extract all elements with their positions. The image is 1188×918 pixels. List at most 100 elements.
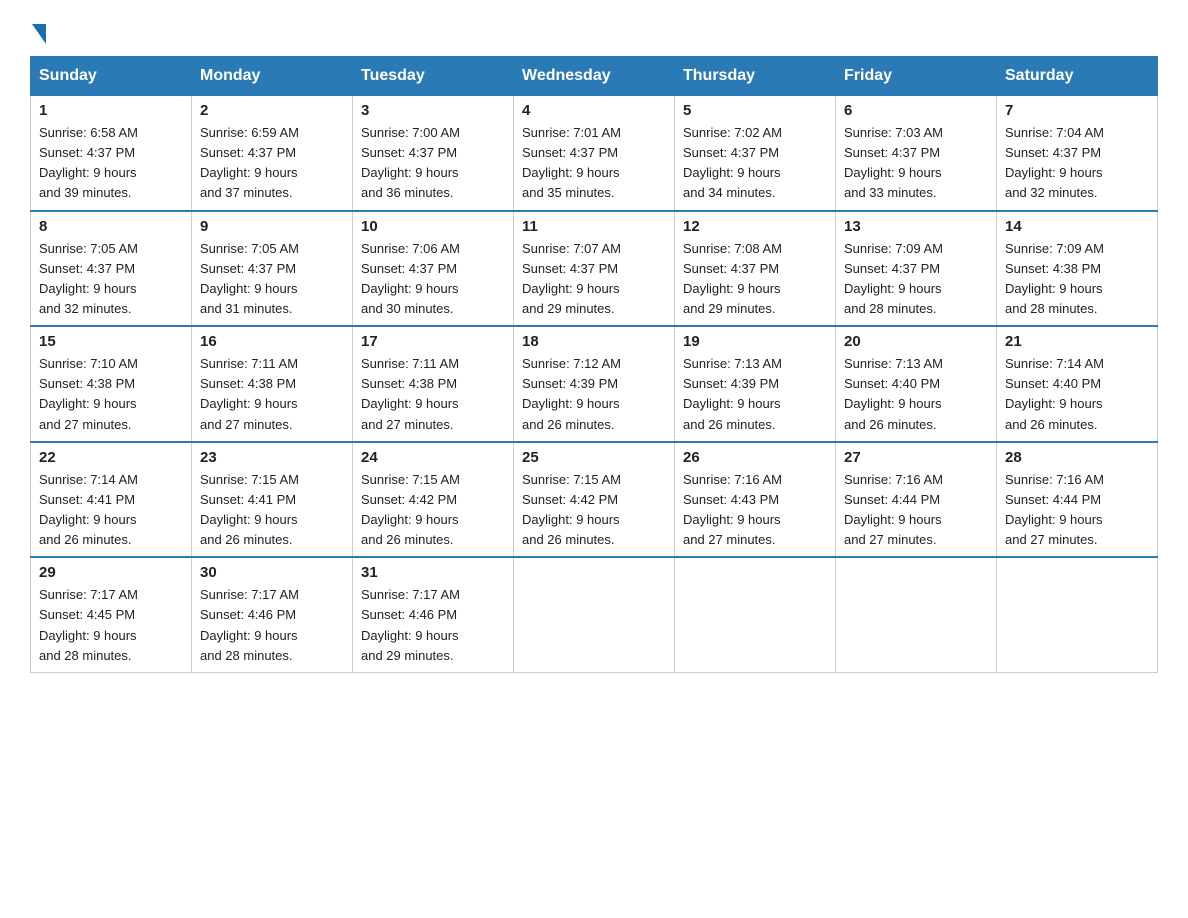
day-info: Sunrise: 7:10 AM Sunset: 4:38 PM Dayligh… [39,354,183,435]
day-number: 13 [844,218,988,235]
day-number: 23 [200,449,344,466]
day-cell: 12 Sunrise: 7:08 AM Sunset: 4:37 PM Dayl… [675,211,836,327]
day-cell: 22 Sunrise: 7:14 AM Sunset: 4:41 PM Dayl… [31,442,192,558]
day-info: Sunrise: 7:15 AM Sunset: 4:42 PM Dayligh… [361,470,505,551]
day-cell: 16 Sunrise: 7:11 AM Sunset: 4:38 PM Dayl… [192,326,353,442]
day-info: Sunrise: 7:17 AM Sunset: 4:45 PM Dayligh… [39,585,183,666]
day-number: 11 [522,218,666,235]
day-info: Sunrise: 7:05 AM Sunset: 4:37 PM Dayligh… [200,239,344,320]
day-info: Sunrise: 7:07 AM Sunset: 4:37 PM Dayligh… [522,239,666,320]
day-info: Sunrise: 7:03 AM Sunset: 4:37 PM Dayligh… [844,123,988,204]
day-number: 16 [200,333,344,350]
day-number: 21 [1005,333,1149,350]
header-thursday: Thursday [675,57,836,96]
calendar-table: SundayMondayTuesdayWednesdayThursdayFrid… [30,56,1158,673]
day-number: 2 [200,102,344,119]
day-number: 4 [522,102,666,119]
day-info: Sunrise: 7:09 AM Sunset: 4:38 PM Dayligh… [1005,239,1149,320]
week-row-2: 8 Sunrise: 7:05 AM Sunset: 4:37 PM Dayli… [31,211,1158,327]
day-number: 3 [361,102,505,119]
header-saturday: Saturday [997,57,1158,96]
day-cell: 3 Sunrise: 7:00 AM Sunset: 4:37 PM Dayli… [353,96,514,211]
day-number: 25 [522,449,666,466]
day-cell [836,557,997,672]
day-cell: 23 Sunrise: 7:15 AM Sunset: 4:41 PM Dayl… [192,442,353,558]
day-cell: 26 Sunrise: 7:16 AM Sunset: 4:43 PM Dayl… [675,442,836,558]
day-cell: 27 Sunrise: 7:16 AM Sunset: 4:44 PM Dayl… [836,442,997,558]
day-number: 22 [39,449,183,466]
day-number: 9 [200,218,344,235]
day-number: 17 [361,333,505,350]
day-cell: 20 Sunrise: 7:13 AM Sunset: 4:40 PM Dayl… [836,326,997,442]
day-cell: 24 Sunrise: 7:15 AM Sunset: 4:42 PM Dayl… [353,442,514,558]
day-cell: 30 Sunrise: 7:17 AM Sunset: 4:46 PM Dayl… [192,557,353,672]
day-number: 30 [200,564,344,581]
day-info: Sunrise: 7:17 AM Sunset: 4:46 PM Dayligh… [361,585,505,666]
day-number: 28 [1005,449,1149,466]
day-cell: 29 Sunrise: 7:17 AM Sunset: 4:45 PM Dayl… [31,557,192,672]
page-header [30,20,1158,40]
day-cell: 7 Sunrise: 7:04 AM Sunset: 4:37 PM Dayli… [997,96,1158,211]
day-number: 20 [844,333,988,350]
week-row-5: 29 Sunrise: 7:17 AM Sunset: 4:45 PM Dayl… [31,557,1158,672]
day-number: 18 [522,333,666,350]
day-info: Sunrise: 7:01 AM Sunset: 4:37 PM Dayligh… [522,123,666,204]
day-number: 12 [683,218,827,235]
day-cell: 10 Sunrise: 7:06 AM Sunset: 4:37 PM Dayl… [353,211,514,327]
day-info: Sunrise: 7:00 AM Sunset: 4:37 PM Dayligh… [361,123,505,204]
day-number: 27 [844,449,988,466]
day-cell: 1 Sunrise: 6:58 AM Sunset: 4:37 PM Dayli… [31,96,192,211]
calendar-header-row: SundayMondayTuesdayWednesdayThursdayFrid… [31,57,1158,96]
day-number: 6 [844,102,988,119]
day-cell: 11 Sunrise: 7:07 AM Sunset: 4:37 PM Dayl… [514,211,675,327]
day-info: Sunrise: 7:16 AM Sunset: 4:44 PM Dayligh… [1005,470,1149,551]
header-sunday: Sunday [31,57,192,96]
day-info: Sunrise: 7:16 AM Sunset: 4:43 PM Dayligh… [683,470,827,551]
week-row-1: 1 Sunrise: 6:58 AM Sunset: 4:37 PM Dayli… [31,96,1158,211]
day-info: Sunrise: 6:58 AM Sunset: 4:37 PM Dayligh… [39,123,183,204]
day-cell: 2 Sunrise: 6:59 AM Sunset: 4:37 PM Dayli… [192,96,353,211]
day-cell: 31 Sunrise: 7:17 AM Sunset: 4:46 PM Dayl… [353,557,514,672]
day-number: 14 [1005,218,1149,235]
day-info: Sunrise: 7:14 AM Sunset: 4:40 PM Dayligh… [1005,354,1149,435]
day-info: Sunrise: 7:04 AM Sunset: 4:37 PM Dayligh… [1005,123,1149,204]
day-number: 5 [683,102,827,119]
day-cell: 6 Sunrise: 7:03 AM Sunset: 4:37 PM Dayli… [836,96,997,211]
day-cell: 8 Sunrise: 7:05 AM Sunset: 4:37 PM Dayli… [31,211,192,327]
day-number: 31 [361,564,505,581]
day-cell: 15 Sunrise: 7:10 AM Sunset: 4:38 PM Dayl… [31,326,192,442]
day-cell: 18 Sunrise: 7:12 AM Sunset: 4:39 PM Dayl… [514,326,675,442]
day-cell [514,557,675,672]
header-monday: Monday [192,57,353,96]
week-row-3: 15 Sunrise: 7:10 AM Sunset: 4:38 PM Dayl… [31,326,1158,442]
day-cell: 28 Sunrise: 7:16 AM Sunset: 4:44 PM Dayl… [997,442,1158,558]
header-wednesday: Wednesday [514,57,675,96]
day-cell: 9 Sunrise: 7:05 AM Sunset: 4:37 PM Dayli… [192,211,353,327]
logo-triangle-icon [32,24,46,44]
day-number: 26 [683,449,827,466]
day-number: 29 [39,564,183,581]
day-number: 15 [39,333,183,350]
day-number: 19 [683,333,827,350]
day-cell: 21 Sunrise: 7:14 AM Sunset: 4:40 PM Dayl… [997,326,1158,442]
day-info: Sunrise: 7:12 AM Sunset: 4:39 PM Dayligh… [522,354,666,435]
week-row-4: 22 Sunrise: 7:14 AM Sunset: 4:41 PM Dayl… [31,442,1158,558]
header-tuesday: Tuesday [353,57,514,96]
day-number: 10 [361,218,505,235]
day-cell [675,557,836,672]
day-info: Sunrise: 7:11 AM Sunset: 4:38 PM Dayligh… [361,354,505,435]
day-info: Sunrise: 7:15 AM Sunset: 4:41 PM Dayligh… [200,470,344,551]
day-info: Sunrise: 7:15 AM Sunset: 4:42 PM Dayligh… [522,470,666,551]
day-number: 24 [361,449,505,466]
day-cell: 5 Sunrise: 7:02 AM Sunset: 4:37 PM Dayli… [675,96,836,211]
day-cell: 4 Sunrise: 7:01 AM Sunset: 4:37 PM Dayli… [514,96,675,211]
day-info: Sunrise: 7:06 AM Sunset: 4:37 PM Dayligh… [361,239,505,320]
day-cell: 14 Sunrise: 7:09 AM Sunset: 4:38 PM Dayl… [997,211,1158,327]
day-info: Sunrise: 7:08 AM Sunset: 4:37 PM Dayligh… [683,239,827,320]
header-friday: Friday [836,57,997,96]
day-cell: 19 Sunrise: 7:13 AM Sunset: 4:39 PM Dayl… [675,326,836,442]
day-info: Sunrise: 7:09 AM Sunset: 4:37 PM Dayligh… [844,239,988,320]
day-info: Sunrise: 7:16 AM Sunset: 4:44 PM Dayligh… [844,470,988,551]
day-info: Sunrise: 7:13 AM Sunset: 4:40 PM Dayligh… [844,354,988,435]
day-info: Sunrise: 7:11 AM Sunset: 4:38 PM Dayligh… [200,354,344,435]
